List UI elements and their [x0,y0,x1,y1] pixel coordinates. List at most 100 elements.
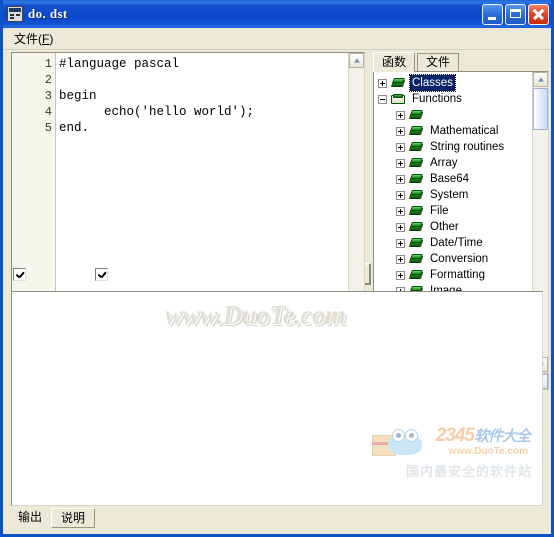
menu-item-file-accel: F [42,32,50,46]
tree-node[interactable]: Functions [378,91,532,107]
expand-icon[interactable] [396,222,405,232]
closed-book-icon [409,157,424,169]
minimize-button[interactable] [482,3,503,25]
closed-book-icon [409,205,424,217]
line-number: 2 [44,73,52,87]
tab-description[interactable]: 说明 [51,508,96,528]
watermark-logo-url: www.DuoTe.com [448,446,528,457]
library-tabstrip: 函数 文件 [373,52,549,72]
tree-node-label: Functions [412,93,462,105]
tree-node-label: Mathematical [430,125,499,137]
tree-vscroll-thumb[interactable] [533,88,548,130]
closed-book-icon [409,125,424,137]
scroll-up-button[interactable] [349,53,364,68]
expand-icon[interactable] [396,270,405,280]
output-tabstrip: 输出 说明 [3,506,551,534]
chevron-up-icon [353,58,360,63]
mascot-icon [372,427,428,463]
line-number: 3 [44,89,52,103]
expand-icon[interactable] [396,254,405,264]
closed-book-icon [391,77,406,89]
tree-node[interactable]: Array [378,155,532,171]
tree-node[interactable] [378,107,532,123]
tree-node-label: Array [430,157,458,169]
tab-files[interactable]: 文件 [417,53,460,72]
tree-node-label: Formatting [430,269,485,281]
tree-node-label: File [430,205,449,217]
expand-icon[interactable] [396,110,405,120]
closed-book-icon [409,173,424,185]
expand-icon[interactable] [396,190,405,200]
menu-bar: 文件(F) [3,28,551,50]
mascot-eye-left [392,429,405,442]
closed-book-icon [409,189,424,201]
menu-item-file[interactable]: 文件(F) [8,28,59,49]
tree-node[interactable]: Formatting [378,267,532,283]
tree-node[interactable]: Date/Time [378,235,532,251]
chevron-up-icon [537,77,544,82]
collapse-icon[interactable] [378,94,387,104]
watermark-logo-number-text: 2345 [435,425,475,446]
expand-icon[interactable] [396,238,405,248]
application-window: do. dst 文件(F) 12345 #language pascal beg… [0,0,554,537]
watermark-logo-number-cn: 软件大全 [473,428,531,445]
close-button[interactable] [528,3,549,25]
expand-icon[interactable] [396,126,405,136]
checkbox-efficiency-hint-box[interactable] [95,267,109,281]
tree-node-label: Conversion [430,253,489,265]
expand-icon[interactable] [378,78,387,88]
open-book-icon [391,93,406,105]
expand-icon[interactable] [396,158,405,168]
tree-scroll-up-button[interactable] [533,72,548,87]
closed-book-icon [409,237,424,249]
tree-node-label [428,107,435,123]
closed-book-icon [409,253,424,265]
maximize-button[interactable] [505,3,526,25]
line-number: 5 [44,121,52,135]
tree-node[interactable]: Classes [378,74,532,92]
line-number: 4 [44,105,52,119]
output-text [12,292,542,298]
mascot-eye-right [405,429,418,442]
tree-node[interactable]: Conversion [378,251,532,267]
tree-node[interactable]: String routines [378,139,532,155]
tab-functions[interactable]: 函数 [373,52,416,72]
tree-node[interactable]: File [378,203,532,219]
tree-node[interactable]: Mathematical [378,123,532,139]
menu-item-file-label: 文件 [14,32,39,46]
tree-node-label: Base64 [430,173,470,185]
title-bar: do. dst [3,0,551,28]
expand-icon[interactable] [396,174,405,184]
closed-book-icon [409,221,424,233]
watermark-2345-logo: 2345软件大全 www.DuoTe.com 国内最安全的软件站 [368,425,536,483]
tree-node-label: Date/Time [430,237,483,249]
tab-output[interactable]: 输出 [9,508,51,528]
closed-book-icon [409,109,424,121]
code-line: end. [59,121,90,135]
tree-node-label: Classes [409,74,456,92]
output-panel[interactable]: 2345软件大全 www.DuoTe.com 国内最安全的软件站 [11,291,543,506]
expand-icon[interactable] [396,142,405,152]
tree-node[interactable]: Base64 [378,171,532,187]
line-number: 1 [44,57,52,71]
watermark-logo-subtitle: 国内最安全的软件站 [405,464,532,479]
mascot-body [388,433,422,455]
toolbox-icon [372,435,396,456]
tree-node-label: String routines [430,141,505,153]
code-line: #language pascal [59,57,180,71]
tree-node-label: System [430,189,469,201]
window-title: do. dst [28,6,68,21]
watermark-logo-number: 2345软件大全 [435,425,531,447]
checkbox-info-hint-box[interactable] [13,267,26,281]
expand-icon[interactable] [396,206,405,216]
console-icon [7,6,23,22]
closed-book-icon [409,269,424,281]
tree-node[interactable]: Other [378,219,532,235]
code-line: begin [59,89,97,103]
code-line: echo('hello world'); [59,105,255,119]
closed-book-icon [409,141,424,153]
main-area: 1 2 3 4 5 #language pascal begin echo('hello… [3,50,551,390]
tree-node-label: Other [430,221,459,233]
tree-node[interactable]: System [378,187,532,203]
